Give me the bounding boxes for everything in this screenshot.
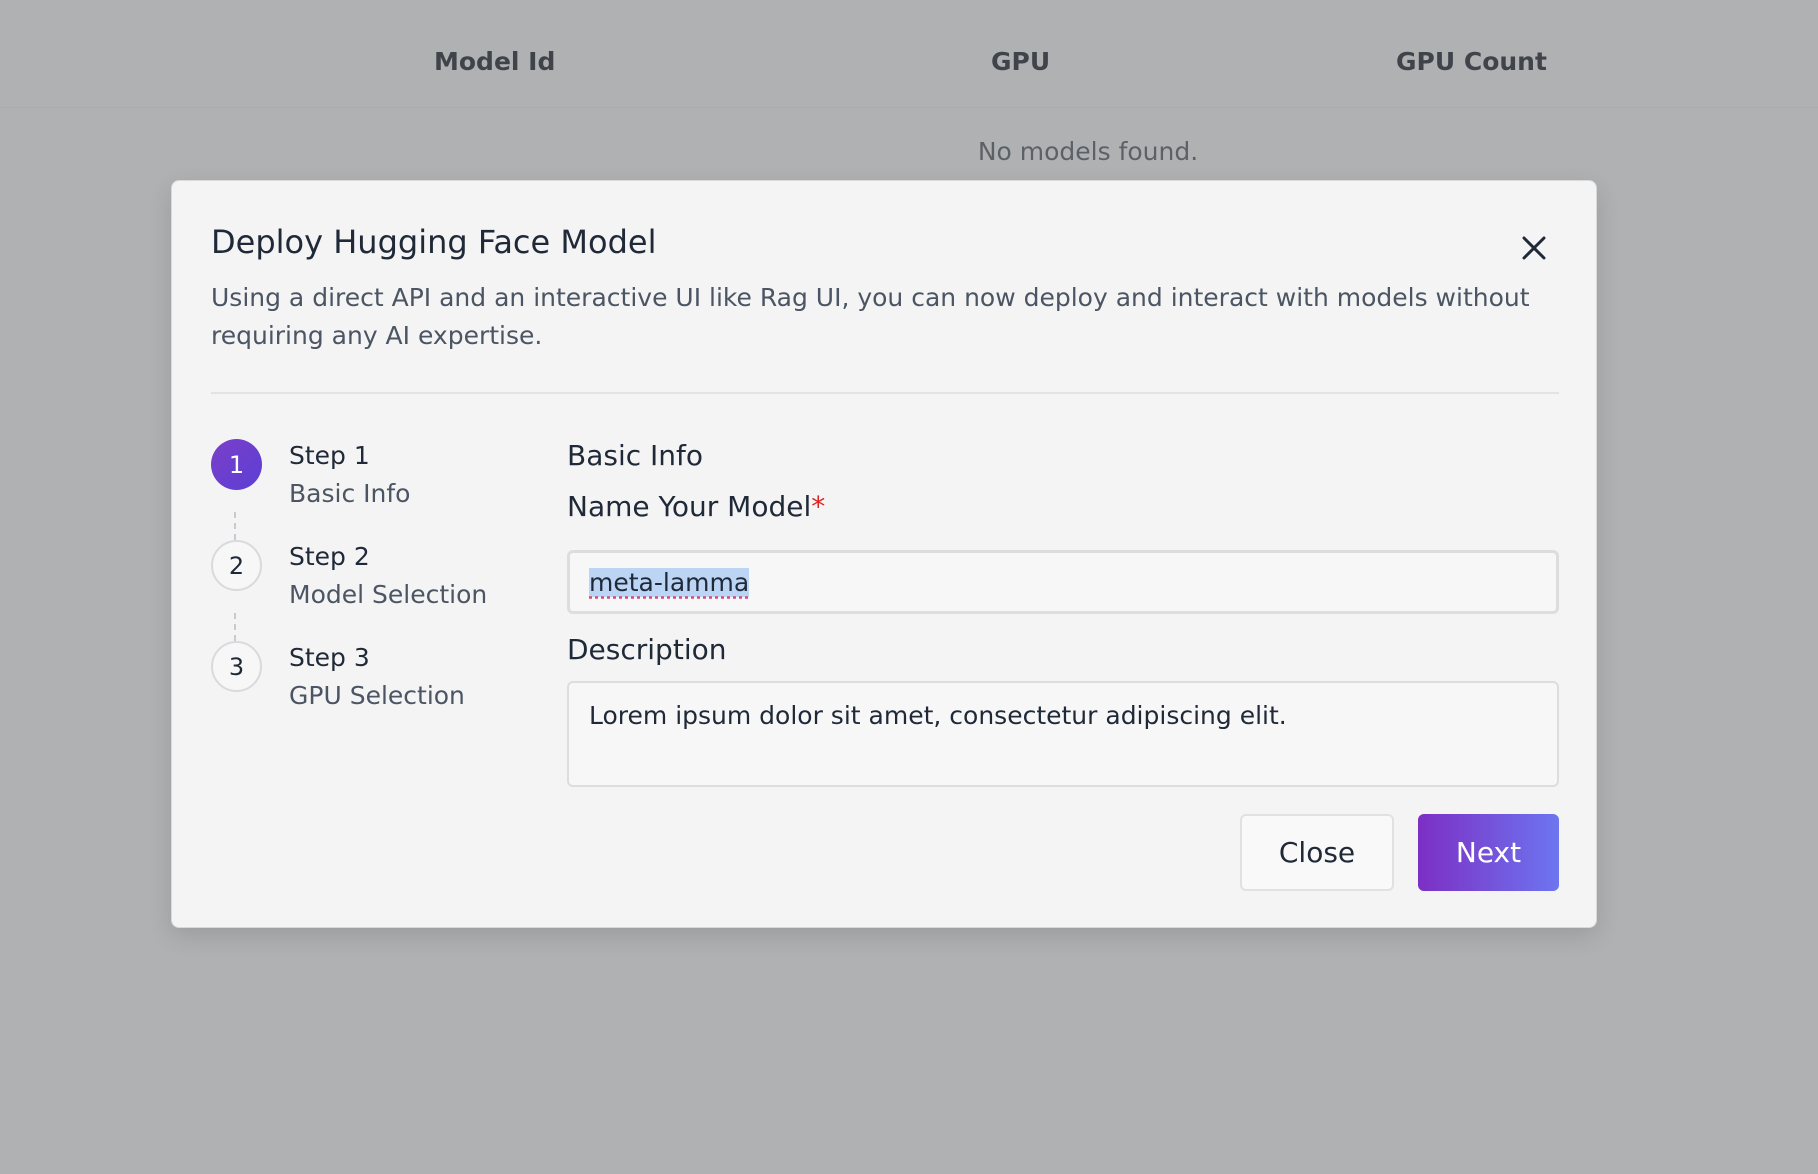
model-name-label-text: Name Your Model [567,490,812,523]
next-button[interactable]: Next [1418,814,1559,891]
dialog-title: Deploy Hugging Face Model [211,223,657,261]
step-subtitle: GPU Selection [289,681,465,710]
step-subtitle: Model Selection [289,580,488,609]
description-value: Lorem ipsum dolor sit amet, consectetur … [589,701,1287,730]
close-icon[interactable] [1519,233,1549,263]
model-name-label: Name Your Model* [567,490,825,523]
step-title: Step 1 [289,441,370,470]
deploy-model-dialog: Deploy Hugging Face Model Using a direct… [171,180,1597,928]
step-connector [234,512,236,540]
step-subtitle: Basic Info [289,479,411,508]
step-number-badge: 1 [211,439,262,490]
required-indicator: * [811,490,826,523]
dialog-divider [211,392,1559,394]
step-connector [234,613,236,641]
close-button[interactable]: Close [1240,814,1394,891]
step-title: Step 3 [289,643,370,672]
form-section-title: Basic Info [567,439,704,472]
description-textarea[interactable]: Lorem ipsum dolor sit amet, consectetur … [567,681,1559,787]
dialog-description: Using a direct API and an interactive UI… [211,283,1530,350]
description-label: Description [567,633,727,666]
step-title: Step 2 [289,542,370,571]
model-name-input[interactable]: meta-lamma [567,550,1559,614]
step-number-badge: 3 [211,641,262,692]
step-number-badge: 2 [211,540,262,591]
model-name-value: meta-lamma [589,567,750,597]
